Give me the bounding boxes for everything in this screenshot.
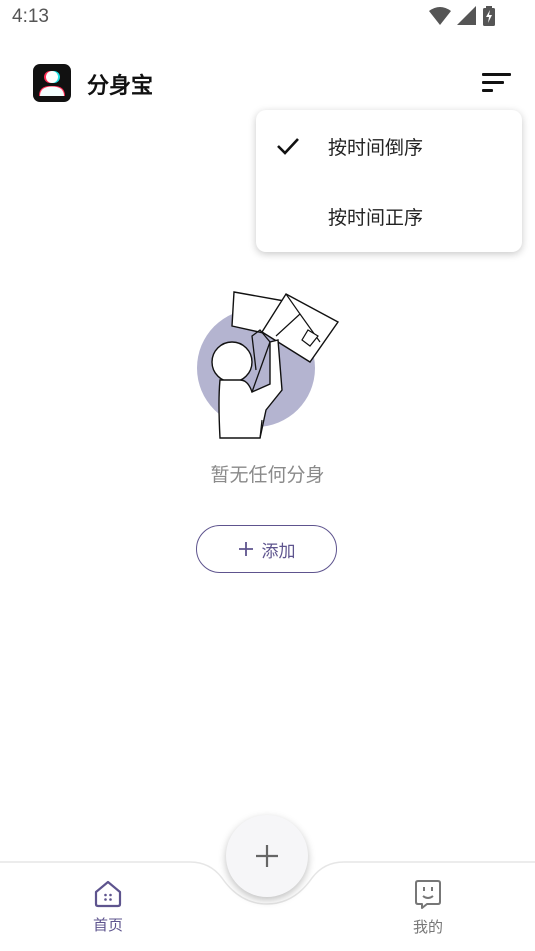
wifi-icon <box>429 7 451 25</box>
sort-option-ascending[interactable]: 按时间正序 <box>256 184 522 248</box>
home-icon <box>94 880 122 908</box>
nav-label-home: 首页 <box>92 916 123 934</box>
add-button-label: 添加 <box>261 541 296 562</box>
profile-face-icon <box>415 880 441 909</box>
sort-option-label: 按时间倒序 <box>328 137 424 159</box>
empty-state-message: 暂无任何分身 <box>210 464 325 486</box>
nav-label-mine: 我的 <box>412 918 443 936</box>
battery-charging-icon <box>483 6 495 26</box>
sort-option-label: 按时间正序 <box>328 207 424 229</box>
sort-menu: 按时间倒序 按时间正序 <box>256 110 522 252</box>
status-bar: 4:13 <box>0 0 535 36</box>
cell-signal-icon <box>457 6 476 25</box>
plus-icon <box>256 845 278 867</box>
app-title: 分身宝 <box>87 74 154 99</box>
sort-option-descending[interactable]: 按时间倒序 <box>256 114 522 178</box>
status-time: 4:13 <box>12 6 49 27</box>
nav-item-mine[interactable]: 我的 <box>388 878 468 938</box>
add-clone-button[interactable]: 添加 <box>196 525 337 573</box>
fab-add-button[interactable] <box>226 815 308 897</box>
sort-icon <box>482 73 511 92</box>
app-logo-icon <box>33 64 71 102</box>
check-icon <box>277 138 299 155</box>
sort-button[interactable] <box>476 68 516 100</box>
status-icons <box>429 6 495 26</box>
plus-icon <box>238 542 253 556</box>
nav-item-home[interactable]: 首页 <box>68 878 148 938</box>
person-lifting-box-illustration <box>190 280 350 445</box>
app-header: 分身宝 <box>0 56 535 112</box>
